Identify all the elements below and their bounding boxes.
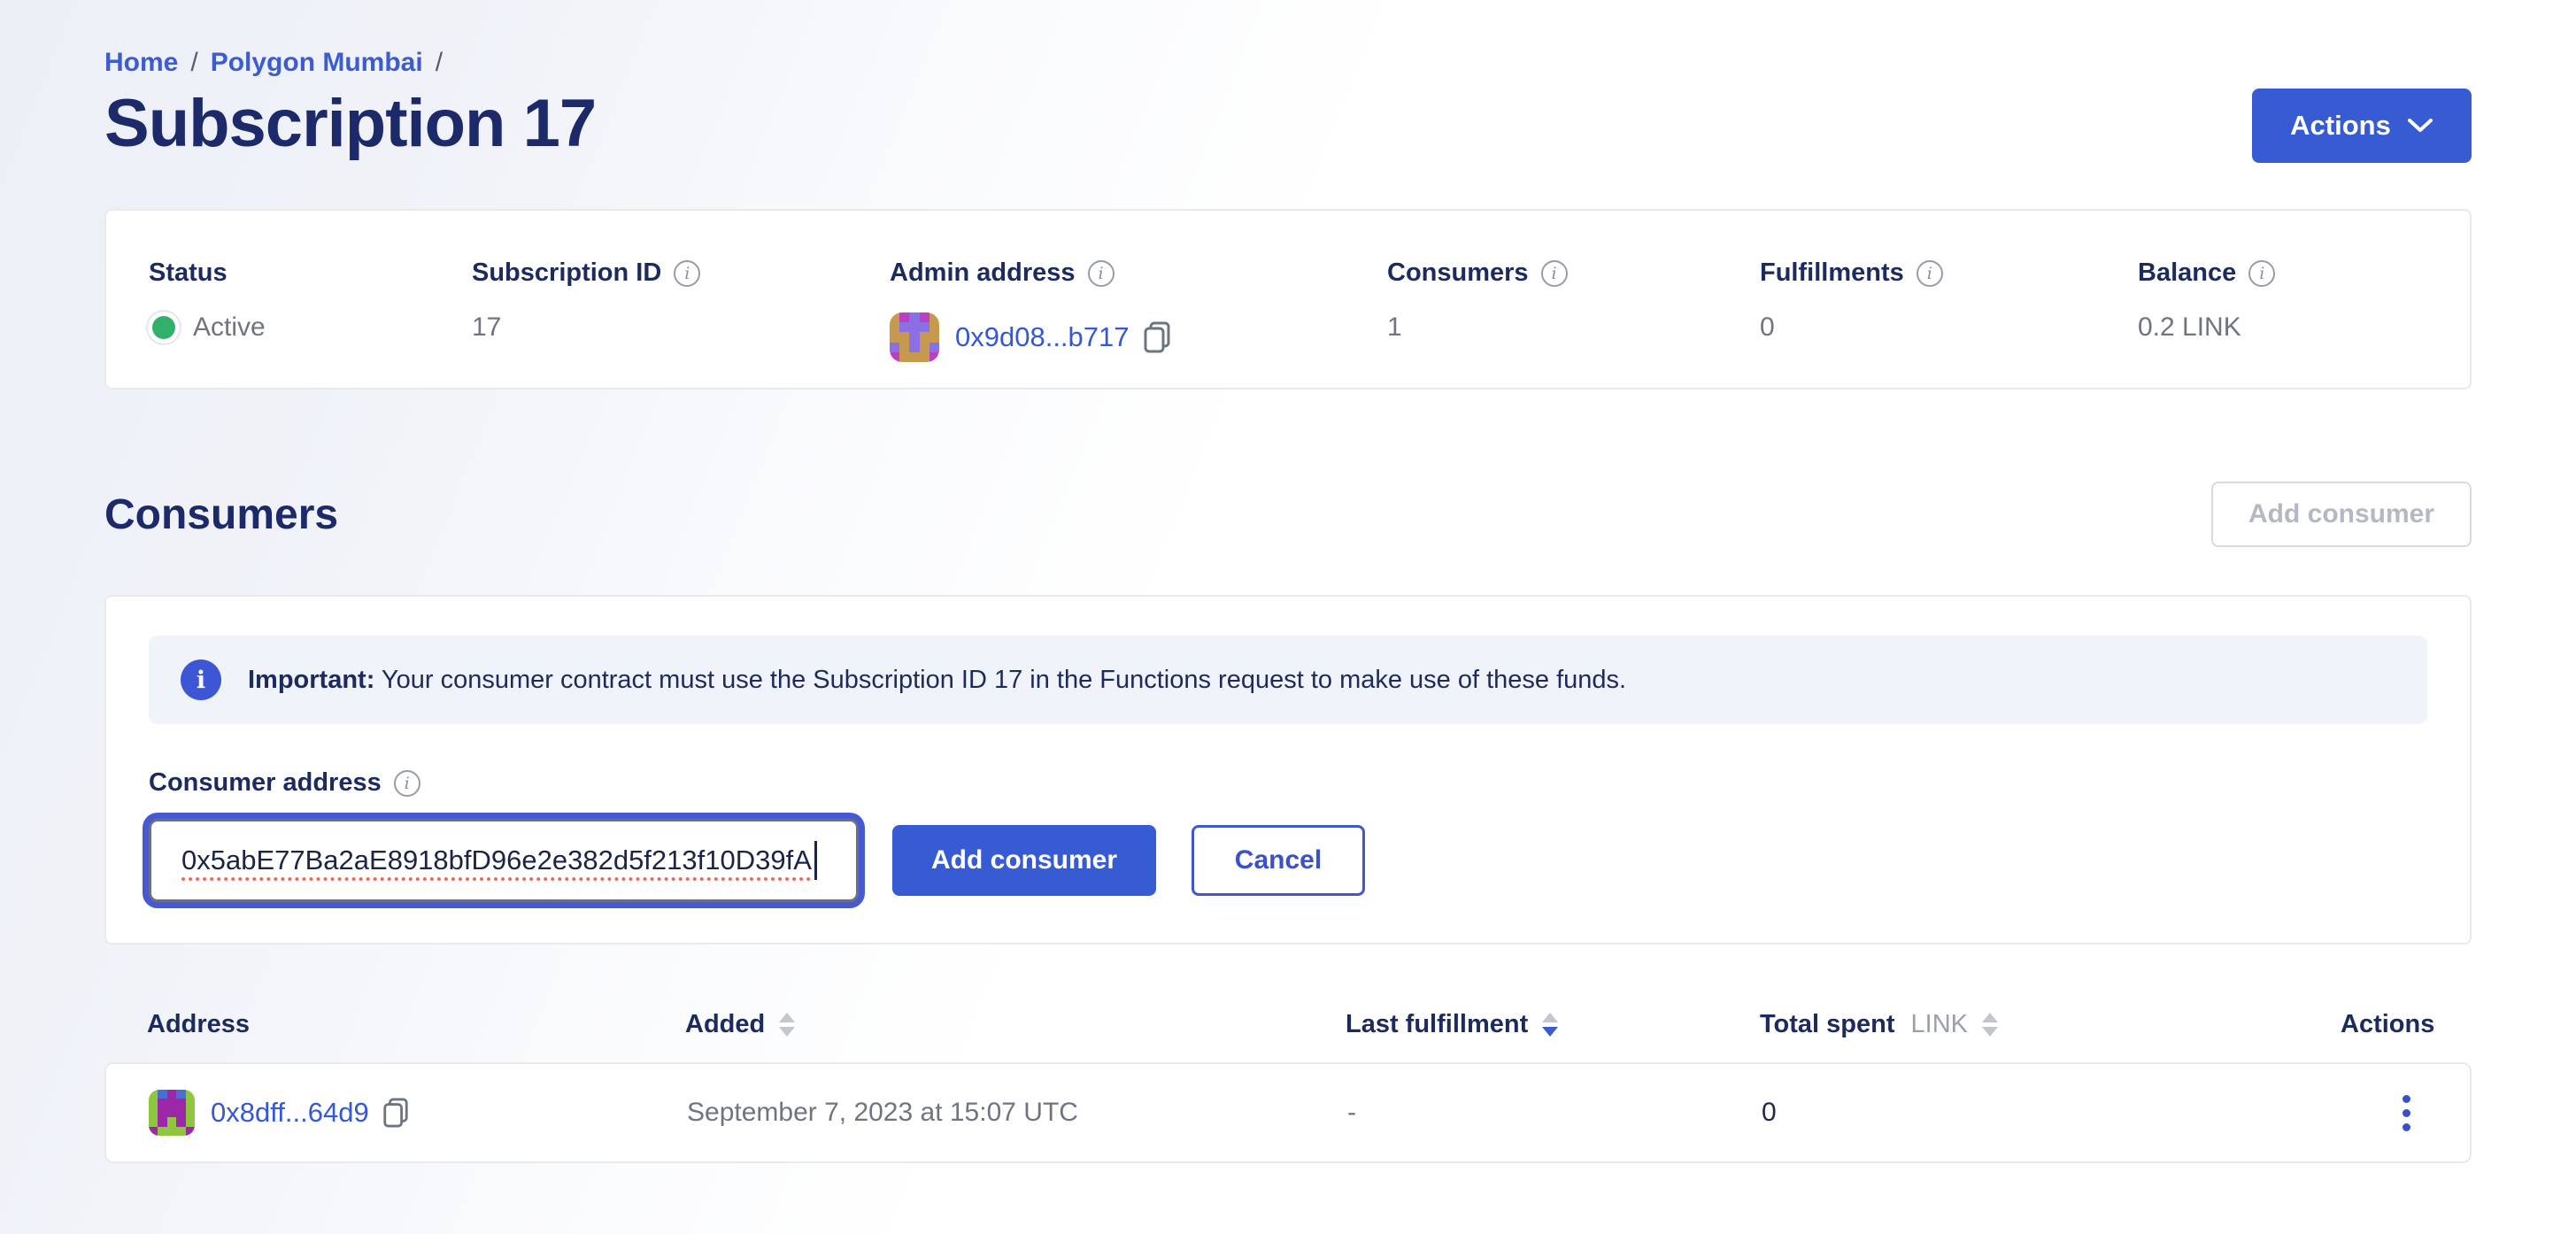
copy-icon[interactable] bbox=[1142, 320, 1172, 354]
overview-field-balance: Balance 0.2 LINK bbox=[2138, 258, 2427, 388]
row-total-spent: 0 bbox=[1762, 1098, 2342, 1128]
consumers-value: 1 bbox=[1387, 312, 1760, 343]
breadcrumb-separator: / bbox=[436, 48, 443, 78]
overview-field-subscription-id: Subscription ID 17 bbox=[472, 258, 890, 388]
row-last-fulfillment: - bbox=[1347, 1098, 1762, 1128]
info-icon[interactable] bbox=[1541, 260, 1568, 287]
total-spent-unit: LINK bbox=[1911, 1010, 1968, 1039]
status-label: Status bbox=[149, 258, 472, 288]
consumers-section-title: Consumers bbox=[104, 490, 338, 539]
overview-field-status: Status Active bbox=[149, 258, 472, 388]
chevron-down-icon bbox=[2407, 117, 2433, 135]
subscription-id-label: Subscription ID bbox=[472, 258, 661, 288]
admin-address-link[interactable]: 0x9d08...b717 bbox=[955, 321, 1130, 353]
fulfillments-label: Fulfillments bbox=[1760, 258, 1904, 288]
important-banner: Important: Your consumer contract must u… bbox=[149, 636, 2427, 724]
balance-value: 0.2 LINK bbox=[2138, 312, 2427, 343]
copy-icon[interactable] bbox=[382, 1097, 410, 1129]
page-title: Subscription 17 bbox=[104, 85, 596, 162]
consumer-address-input[interactable]: 0x5abE77Ba2aE8918bfD96e2e382d5f213f10D39… bbox=[149, 819, 859, 902]
text-caret bbox=[814, 841, 817, 880]
status-active-dot bbox=[152, 316, 175, 339]
info-banner-icon bbox=[181, 659, 221, 700]
sort-icon-descending-active bbox=[1542, 1013, 1558, 1037]
column-header-address: Address bbox=[147, 1010, 250, 1039]
fulfillments-value: 0 bbox=[1760, 312, 2138, 343]
balance-label: Balance bbox=[2138, 258, 2236, 288]
admin-address-label: Admin address bbox=[890, 258, 1076, 288]
consumer-address-link[interactable]: 0x8dff...64d9 bbox=[211, 1097, 369, 1129]
overview-field-admin-address: Admin address 0x9d08...b717 bbox=[890, 258, 1387, 388]
banner-important-label: Important: bbox=[248, 666, 374, 694]
actions-button-label: Actions bbox=[2290, 110, 2391, 142]
subscription-id-value: 17 bbox=[472, 312, 890, 343]
consumers-label: Consumers bbox=[1387, 258, 1529, 288]
add-consumer-button-disabled[interactable]: Add consumer bbox=[2211, 482, 2472, 547]
row-actions-kebab-menu-icon[interactable] bbox=[2394, 1086, 2419, 1140]
add-consumer-submit-button[interactable]: Add consumer bbox=[892, 825, 1156, 896]
table-row: 0x8dff...64d9 September 7, 2023 at 15:07… bbox=[104, 1062, 2472, 1163]
breadcrumb-network-link[interactable]: Polygon Mumbai bbox=[211, 48, 423, 78]
consumer-address-input-value: 0x5abE77Ba2aE8918bfD96e2e382d5f213f10D39… bbox=[181, 845, 812, 876]
sort-icon bbox=[1982, 1013, 1998, 1037]
column-header-total-spent[interactable]: Total spent LINK bbox=[1760, 1010, 2341, 1039]
status-value: Active bbox=[193, 312, 266, 343]
consumer-address-avatar bbox=[149, 1090, 195, 1136]
cancel-button[interactable]: Cancel bbox=[1192, 825, 1365, 896]
row-added-date: September 7, 2023 at 15:07 UTC bbox=[687, 1098, 1347, 1128]
info-icon[interactable] bbox=[1088, 260, 1114, 287]
info-icon[interactable] bbox=[674, 260, 700, 287]
column-header-added[interactable]: Added bbox=[685, 1010, 1346, 1039]
info-icon[interactable] bbox=[394, 770, 420, 797]
breadcrumb-separator: / bbox=[190, 48, 197, 78]
sort-icon bbox=[779, 1013, 795, 1037]
info-icon[interactable] bbox=[1917, 260, 1943, 287]
consumers-table-header: Address Added Last fulfillment Total spe… bbox=[104, 1010, 2472, 1039]
banner-message: Your consumer contract must use the Subs… bbox=[382, 666, 1626, 694]
column-header-last-fulfillment[interactable]: Last fulfillment bbox=[1346, 1010, 1760, 1039]
add-consumer-form-card: Important: Your consumer contract must u… bbox=[104, 595, 2472, 945]
breadcrumb-home-link[interactable]: Home bbox=[104, 48, 178, 78]
consumer-address-label: Consumer address bbox=[149, 768, 382, 798]
admin-address-avatar bbox=[890, 312, 939, 362]
column-header-actions: Actions bbox=[2341, 1010, 2434, 1039]
subscription-overview-card: Status Active Subscription ID 17 Admin a… bbox=[104, 209, 2472, 389]
overview-field-consumers: Consumers 1 bbox=[1387, 258, 1760, 388]
actions-button[interactable]: Actions bbox=[2252, 89, 2472, 163]
overview-field-fulfillments: Fulfillments 0 bbox=[1760, 258, 2138, 388]
info-icon[interactable] bbox=[2248, 260, 2275, 287]
breadcrumb: Home / Polygon Mumbai / bbox=[104, 0, 2472, 78]
